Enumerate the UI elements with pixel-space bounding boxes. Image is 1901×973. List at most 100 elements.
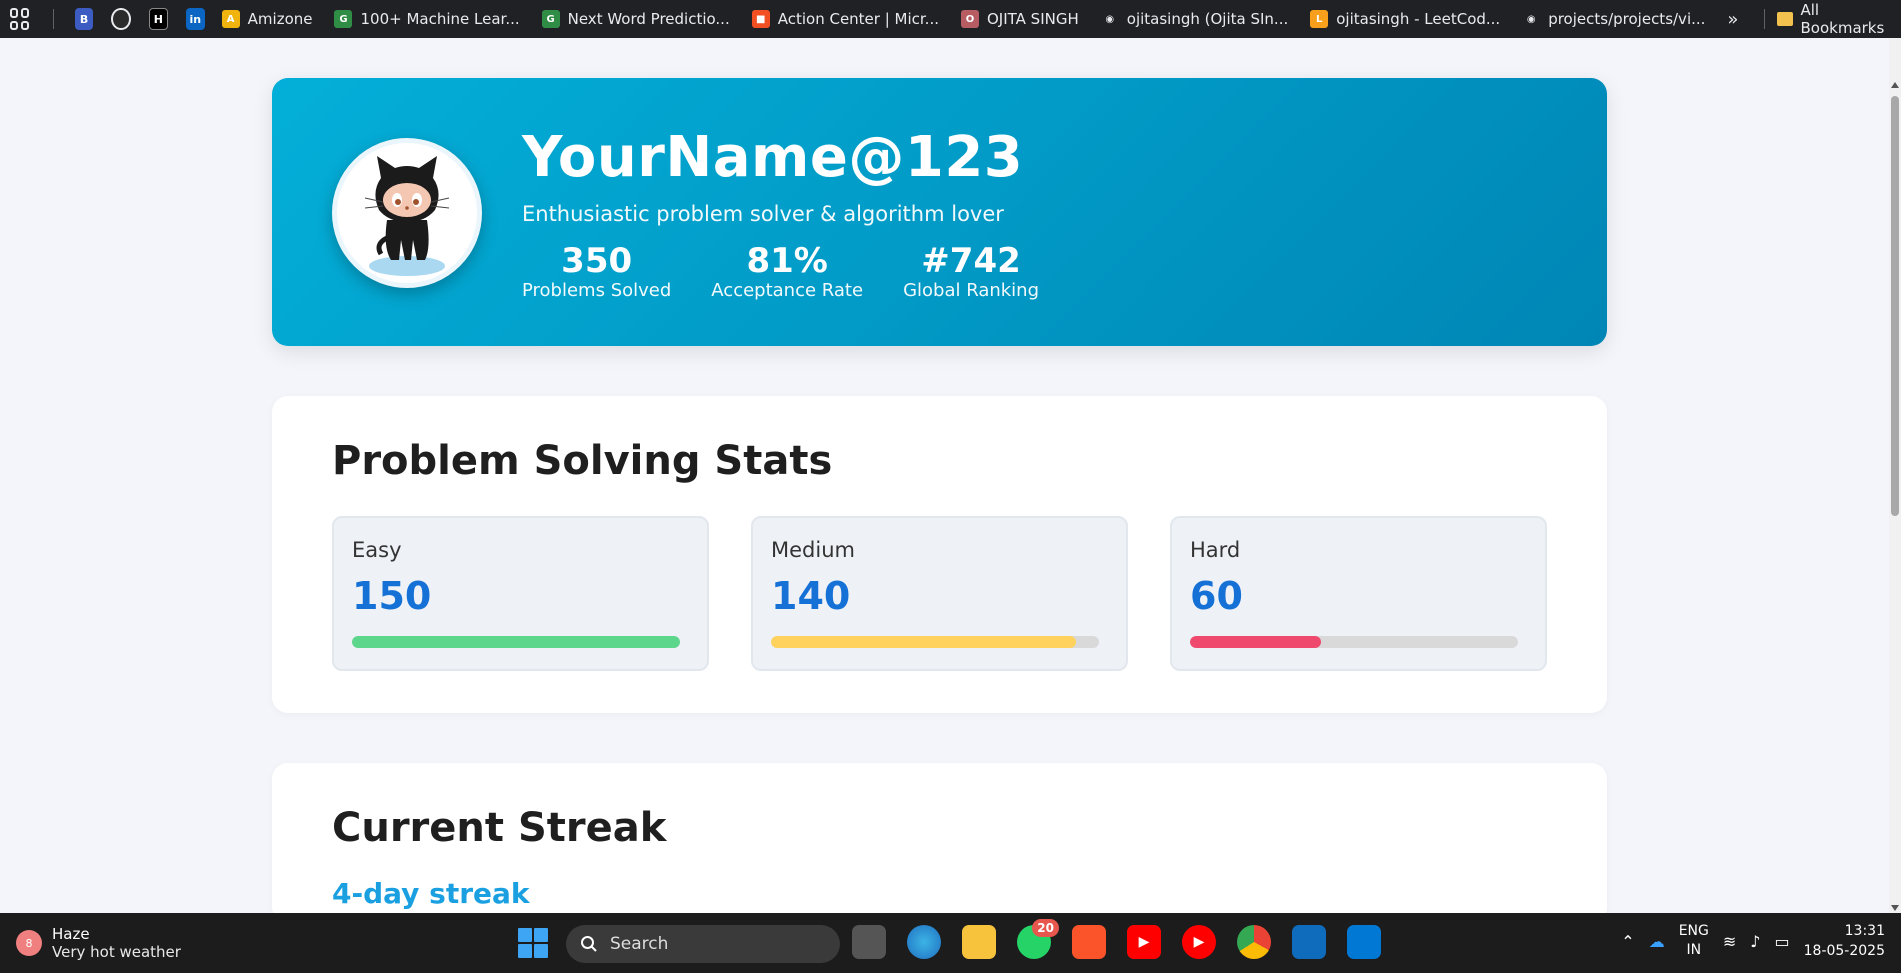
windows-start-icon[interactable]	[518, 928, 548, 958]
difficulty-count: 60	[1190, 574, 1243, 618]
taskbar: 8 Haze Very hot weather Search 20 ▶ ▶ ⌃ …	[0, 913, 1901, 973]
bookmark-label: ojitasingh (Ojita SIn...	[1126, 10, 1289, 28]
bookmark-favicon-icon: G	[541, 10, 560, 28]
progress-fill	[771, 636, 1077, 648]
scroll-up-arrow-icon[interactable]	[1891, 82, 1899, 88]
scroll-down-arrow-icon[interactable]	[1891, 905, 1899, 911]
stat-label: Problems Solved	[522, 280, 672, 301]
battery-icon[interactable]: ▭	[1775, 932, 1790, 951]
stat-value: #742	[921, 241, 1021, 281]
region-code: IN	[1686, 942, 1702, 958]
bookmark-label: 100+ Machine Lear...	[360, 10, 520, 28]
scrollbar-thumb[interactable]	[1891, 96, 1899, 516]
bookmark-item[interactable]: G Next Word Predictio...	[541, 10, 730, 28]
bookmark-item[interactable]: ◉ ojitasingh (Ojita SIn...	[1101, 10, 1288, 28]
bookmarks-divider	[52, 9, 54, 29]
taskbar-search[interactable]: Search	[566, 925, 840, 963]
bookmark-label: Action Center | Micr...	[777, 10, 939, 28]
weather-description: Very hot weather	[52, 943, 181, 961]
progress-track	[352, 636, 680, 648]
stat-global-ranking: #742 Global Ranking	[903, 242, 1039, 301]
stat-label: Acceptance Rate	[711, 280, 864, 301]
language-indicator[interactable]: ENG IN	[1679, 922, 1709, 960]
bookmark-item[interactable]: A Amizone	[221, 10, 313, 28]
all-bookmarks-button[interactable]: All Bookmarks	[1777, 1, 1891, 37]
thermometer-icon: 8	[16, 930, 42, 956]
difficulty-name: Medium	[771, 538, 855, 562]
bookmark-item[interactable]: Lojitasingh - LeetCod...	[1310, 10, 1500, 28]
clock-time: 13:31	[1844, 923, 1885, 939]
edge-icon[interactable]	[907, 925, 941, 959]
streak-value: 4-day streak	[332, 877, 530, 910]
bookmark-favicon-icon: L	[1310, 10, 1329, 28]
bookmark-favicon-icon: ■	[751, 10, 770, 28]
section-title: Current Streak	[332, 805, 667, 851]
page-scrollbar[interactable]	[1889, 38, 1901, 913]
streak-card: Current Streak 4-day streak	[272, 763, 1607, 923]
apps-grid-icon[interactable]	[10, 8, 29, 30]
brave-icon[interactable]	[1072, 925, 1106, 959]
stat-acceptance-rate: 81% Acceptance Rate	[711, 242, 863, 301]
octocat-icon	[364, 156, 450, 276]
bookmark-label: Amizone	[247, 10, 313, 28]
bookmark-favicon-icon: O	[961, 10, 979, 28]
difficulty-count: 140	[771, 574, 851, 618]
difficulty-name: Hard	[1190, 538, 1241, 562]
stat-problems-solved: 350 Problems Solved	[522, 242, 671, 301]
github-icon[interactable]	[111, 8, 131, 30]
weather-widget[interactable]: 8 Haze Very hot weather	[16, 925, 181, 961]
bookmark-favicon-icon: G	[334, 10, 353, 28]
progress-fill	[352, 636, 680, 648]
file-explorer-icon[interactable]	[962, 925, 996, 959]
search-icon	[581, 936, 597, 952]
weather-title: Haze	[52, 925, 90, 943]
problem-stats-card: Problem Solving Stats Easy 150 Medium 14…	[272, 396, 1607, 713]
hackerrank-icon[interactable]: H	[148, 8, 168, 30]
all-bookmarks-label: All Bookmarks	[1800, 1, 1885, 37]
difficulty-name: Easy	[352, 538, 402, 562]
difficulty-row: Easy 150 Medium 140 Hard 60	[332, 516, 1547, 671]
bookmark-label: OJITA SINGH	[987, 10, 1079, 28]
profile-text: YourName@123 Enthusiastic problem solver…	[522, 125, 1039, 302]
bookmarks-bar: B H in A Amizone G 100+ Machine Lear... G Nex…	[0, 0, 1901, 38]
youtube-icon[interactable]: ▶	[1127, 925, 1161, 959]
bookmarks-overflow-chevron-icon[interactable]: »	[1727, 9, 1738, 30]
bookmark-item[interactable]: ◉ projects/projects/vi...	[1522, 10, 1706, 28]
bookmark-item[interactable]: ■ Action Center | Micr...	[751, 10, 939, 28]
volume-icon[interactable]: ♪	[1750, 932, 1760, 951]
bookmark-item[interactable]: G 100+ Machine Lear...	[334, 10, 520, 28]
notification-badge: 20	[1032, 919, 1059, 937]
main-content: YourName@123 Enthusiastic problem solver…	[272, 78, 1607, 923]
bookmark-item[interactable]: O OJITA SINGH	[961, 10, 1079, 28]
profile-header: YourName@123 Enthusiastic problem solver…	[272, 78, 1607, 346]
linkedin-icon[interactable]: in	[185, 8, 205, 30]
progress-fill	[1190, 636, 1322, 648]
onedrive-icon[interactable]: ☁	[1649, 932, 1665, 951]
wifi-icon[interactable]: ≋	[1723, 932, 1736, 951]
difficulty-count: 150	[352, 574, 432, 618]
system-tray: ⌃ ☁ ENG IN ≋ ♪ ▭ 13:31 18-05-2025	[1621, 921, 1885, 961]
difficulty-card-medium: Medium 140	[751, 516, 1128, 671]
bookmark-label: Next Word Predictio...	[567, 10, 730, 28]
stat-label: Global Ranking	[903, 280, 1040, 301]
profile-tagline: Enthusiastic problem solver & algorithm …	[522, 202, 1004, 226]
language-code: ENG	[1678, 923, 1709, 939]
section-title: Problem Solving Stats	[332, 438, 833, 484]
profile-stats: 350 Problems Solved 81% Acceptance Rate …	[522, 242, 1039, 301]
bookmark-b-icon[interactable]: B	[74, 8, 94, 30]
whatsapp-icon[interactable]: 20	[1017, 919, 1059, 959]
clock-date: 18-05-2025	[1803, 943, 1885, 959]
outlook-icon[interactable]	[1292, 925, 1326, 959]
task-view-icon[interactable]	[852, 925, 886, 959]
chrome-icon[interactable]	[1237, 925, 1271, 959]
clock[interactable]: 13:31 18-05-2025	[1804, 921, 1885, 961]
bookmark-label: projects/projects/vi...	[1548, 10, 1706, 28]
difficulty-card-hard: Hard 60	[1170, 516, 1547, 671]
progress-track	[1190, 636, 1518, 648]
folder-icon	[1777, 12, 1793, 26]
username: YourName@123	[522, 125, 1024, 190]
vscode-icon[interactable]	[1347, 925, 1381, 959]
youtube-music-icon[interactable]: ▶	[1182, 925, 1216, 959]
bookmark-favicon-icon: A	[221, 10, 240, 28]
chevron-up-icon[interactable]: ⌃	[1621, 932, 1634, 951]
